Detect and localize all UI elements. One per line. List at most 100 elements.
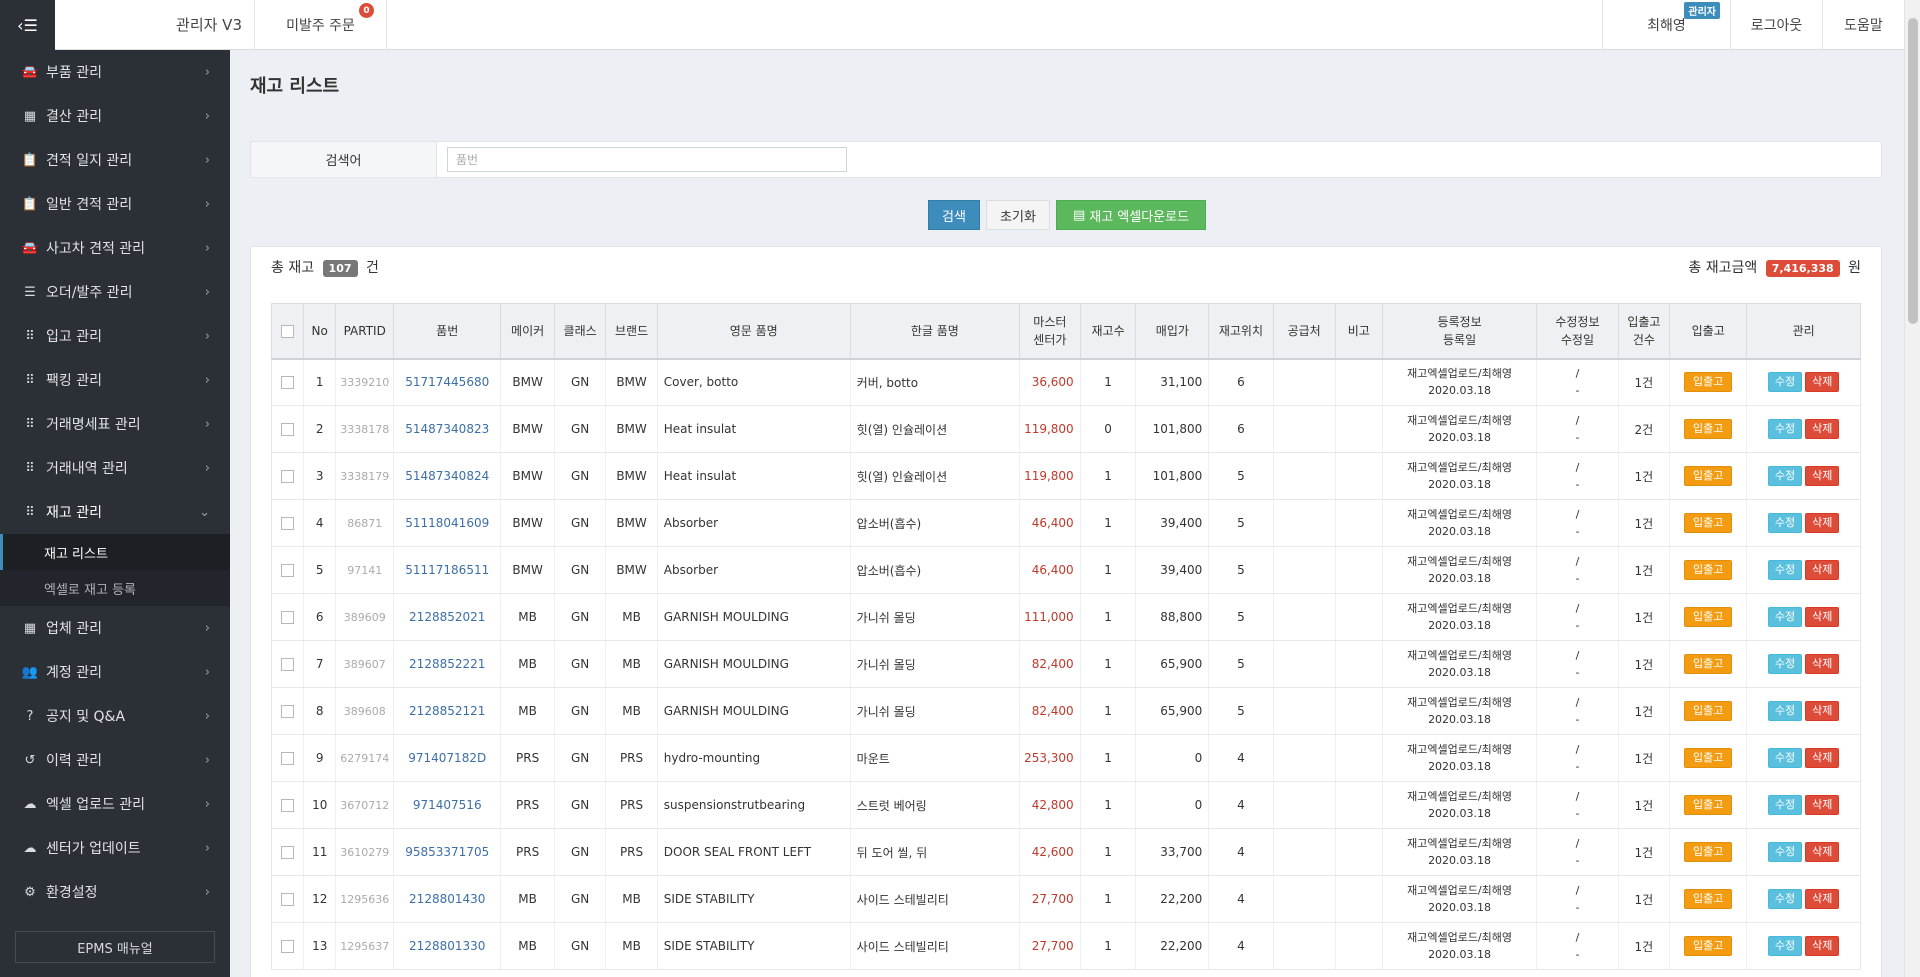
io-button[interactable]: 입출고 [1683,936,1733,956]
sidebar-item[interactable]: 📋 견적 일지 관리 › [0,138,230,182]
search-button[interactable]: 검색 [928,200,980,230]
edit-button[interactable]: 수정 [1767,372,1803,393]
edit-button[interactable]: 수정 [1767,466,1803,486]
edit-button[interactable]: 수정 [1767,889,1803,909]
cell-partno[interactable]: 51118041609 [393,499,501,547]
sidebar-item[interactable]: ☁ 엑셀 업로드 관리 › [0,782,230,826]
delete-button[interactable]: 삭제 [1805,654,1840,674]
delete-button[interactable]: 삭제 [1805,936,1840,956]
cell-partno[interactable]: 2128852221 [393,640,501,688]
edit-button[interactable]: 수정 [1767,795,1803,815]
cell-partno[interactable]: 2128852021 [393,593,501,641]
io-button[interactable]: 입출고 [1683,466,1733,486]
cell-partno[interactable]: 2128852121 [393,687,501,735]
reset-button[interactable]: 초기화 [986,200,1050,230]
sidebar-item[interactable]: 👥 계정 관리 › [0,650,230,694]
manual-button[interactable]: EPMS 매뉴얼 [15,931,215,963]
delete-button[interactable]: 삭제 [1805,560,1840,580]
delete-button[interactable]: 삭제 [1805,466,1840,486]
pending-orders-link[interactable]: 미발주 주문 0 [255,0,387,49]
edit-button[interactable]: 수정 [1767,936,1803,956]
io-button[interactable]: 입출고 [1683,513,1733,533]
edit-button[interactable]: 수정 [1767,701,1803,721]
cell-partno[interactable]: 51717445680 [393,358,501,406]
delete-button[interactable]: 삭제 [1805,701,1840,721]
sidebar-item[interactable]: ⠿ 입고 관리 › [0,314,230,358]
io-button[interactable]: 입출고 [1683,748,1733,768]
sidebar-toggle-button[interactable]: ‹☰ [0,0,55,50]
delete-button[interactable]: 삭제 [1805,513,1840,533]
excel-download-button[interactable]: ▤ 재고 엑셀다운로드 [1056,200,1206,230]
io-button[interactable]: 입출고 [1683,560,1733,580]
edit-button[interactable]: 수정 [1767,748,1803,768]
cell-partno[interactable]: 2128801330 [393,922,501,970]
row-checkbox[interactable] [281,611,295,624]
scrollbar-thumb[interactable] [1908,18,1918,324]
edit-button[interactable]: 수정 [1767,560,1803,580]
table-row[interactable]: 2 3338178 51487340823 BMW GN BMW Heat insulat 힛… [270,405,1861,453]
edit-button[interactable]: 수정 [1767,419,1803,439]
io-button[interactable]: 입출고 [1683,795,1733,815]
cell-partno[interactable]: 51487340823 [393,405,501,453]
sidebar-item[interactable]: ⠿ 팩킹 관리 › [0,358,230,402]
row-checkbox[interactable] [281,940,295,953]
io-button[interactable]: 입출고 [1683,701,1733,721]
table-row[interactable]: 10 3670712 971407516 PRS GN PRS suspensionstru… [270,781,1861,829]
edit-button[interactable]: 수정 [1767,654,1803,674]
logout-link[interactable]: 로그아웃 [1730,0,1822,49]
sidebar-item[interactable]: ▦ 업체 관리 › [0,606,230,650]
edit-button[interactable]: 수정 [1767,513,1803,533]
delete-button[interactable]: 삭제 [1805,842,1840,862]
select-all-checkbox[interactable] [281,324,295,338]
cell-partno[interactable]: 971407516 [393,781,501,829]
row-checkbox[interactable] [281,517,295,530]
sidebar-item[interactable]: ☁ 센터가 업데이트 › [0,826,230,870]
row-checkbox[interactable] [281,423,295,436]
sidebar-item[interactable]: ↺ 이력 관리 › [0,738,230,782]
cell-partno[interactable]: 51117186511 [393,546,501,594]
table-row[interactable]: 3 3338179 51487340824 BMW GN BMW Heat insulat 힛… [270,452,1861,500]
sidebar-item[interactable]: 📋 일반 견적 관리 › [0,182,230,226]
table-row[interactable]: 7 389607 2128852221 MB GN MB GARNISH MOULDING 가… [270,640,1861,688]
table-row[interactable]: 12 1295636 2128801430 MB GN MB SIDE STABILITY 사… [270,875,1861,923]
sidebar-subitem[interactable]: 엑셀로 재고 등록 [0,570,230,606]
edit-button[interactable]: 수정 [1767,842,1803,862]
sidebar-item[interactable]: ▦ 결산 관리 › [0,94,230,138]
table-row[interactable]: 9 6279174 971407182D PRS GN PRS hydro-mounting… [270,734,1861,782]
help-link[interactable]: 도움말 [1822,0,1904,49]
delete-button[interactable]: 삭제 [1805,795,1840,815]
sidebar-item[interactable]: 🚘 부품 관리 › [0,50,230,94]
sidebar-item[interactable]: 🚘 사고차 견적 관리 › [0,226,230,270]
row-checkbox[interactable] [281,846,295,859]
io-button[interactable]: 입출고 [1683,654,1733,674]
table-row[interactable]: 4 86871 51118041609 BMW GN BMW Absorber 압소버(흡수)… [270,499,1861,547]
delete-button[interactable]: 삭제 [1805,748,1840,768]
row-checkbox[interactable] [281,752,295,765]
table-row[interactable]: 13 1295637 2128801330 MB GN MB SIDE STABILITY 사… [270,922,1861,970]
cell-partno[interactable]: 2128801430 [393,875,501,923]
cell-partno[interactable]: 51487340824 [393,452,501,500]
table-row[interactable]: 11 3610279 95853371705 PRS GN PRS DOOR SEAL FR… [270,828,1861,876]
delete-button[interactable]: 삭제 [1805,607,1840,627]
sidebar-item[interactable]: ⚙ 환경설정 › [0,870,230,914]
io-button[interactable]: 입출고 [1683,842,1733,862]
row-checkbox[interactable] [281,376,295,390]
search-input[interactable] [447,147,847,172]
row-checkbox[interactable] [281,893,295,906]
io-button[interactable]: 입출고 [1683,889,1733,909]
table-row[interactable]: 5 97141 51117186511 BMW GN BMW Absorber 압소버(흡수)… [270,546,1861,594]
cell-partno[interactable]: 95853371705 [393,828,501,876]
table-row[interactable]: 6 389609 2128852021 MB GN MB GARNISH MOULDING 가… [270,593,1861,641]
sidebar-item[interactable]: ⠿ 재고 관리 ⌄ [0,490,230,534]
vertical-scrollbar[interactable] [1904,0,1920,977]
sidebar-item[interactable]: ☰ 오더/발주 관리 › [0,270,230,314]
user-menu[interactable]: 최해영 관리자 [1602,0,1730,49]
delete-button[interactable]: 삭제 [1805,419,1840,439]
row-checkbox[interactable] [281,470,295,483]
sidebar-item[interactable]: ⠿ 거래내역 관리 › [0,446,230,490]
sidebar-item[interactable]: ⠿ 거래명세표 관리 › [0,402,230,446]
row-checkbox[interactable] [281,564,295,577]
table-row[interactable]: 1 3339210 51717445680 BMW GN BMW Cover, botto 커… [270,358,1861,406]
sidebar-item[interactable]: ? 공지 및 Q&A › [0,694,230,738]
cell-partno[interactable]: 971407182D [393,734,501,782]
